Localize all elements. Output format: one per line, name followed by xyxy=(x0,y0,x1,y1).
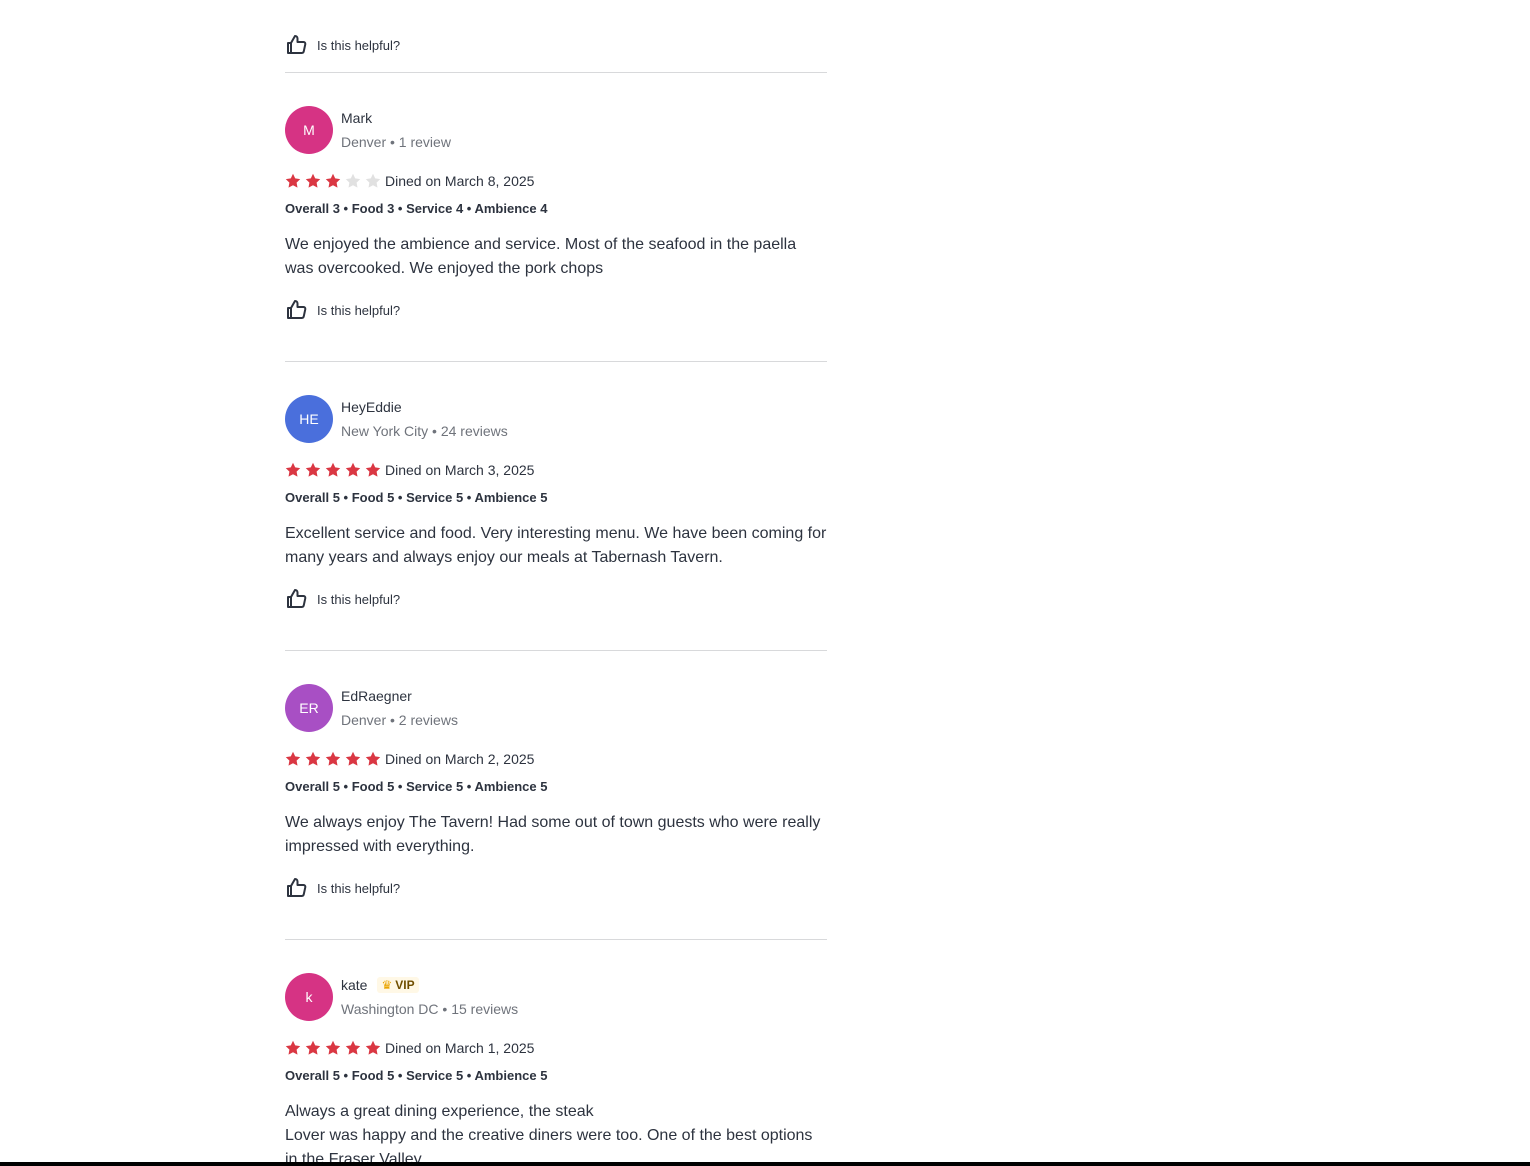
star-filled-icon xyxy=(305,751,321,766)
star-filled-icon xyxy=(305,1040,321,1055)
helpful-button[interactable]: Is this helpful? xyxy=(285,587,400,611)
star-filled-icon xyxy=(325,173,341,188)
reviews-page: Is this helpful? M Mark ♛ Denver • 1 rev… xyxy=(0,0,1530,1166)
reviewer-info: Mark ♛ Denver • 1 review xyxy=(341,106,451,154)
star-filled-icon xyxy=(345,751,361,766)
name-row: HeyEddie ♛ xyxy=(341,395,508,419)
thumbs-up-icon xyxy=(285,298,309,322)
reviewer-name[interactable]: EdRaegner xyxy=(341,688,412,704)
helpful-button[interactable]: Is this helpful? xyxy=(285,0,827,57)
thumbs-up-icon xyxy=(285,876,309,900)
vip-badge: ♛ VIP xyxy=(377,977,419,993)
reviewer-name[interactable]: kate xyxy=(341,977,367,993)
review-text: Always a great dining experience, the st… xyxy=(285,1103,813,1166)
star-rating xyxy=(285,751,385,767)
star-empty-icon xyxy=(365,173,381,188)
review-card: k kate ♛ VIP Washington DC • 15 reviews D… xyxy=(285,940,827,1166)
rating-row: Dined on March 1, 2025 xyxy=(285,1036,534,1060)
avatar-initials: HE xyxy=(299,411,319,427)
avatar-initials: k xyxy=(305,989,313,1005)
rating-row: Dined on March 2, 2025 xyxy=(285,747,534,771)
name-row: EdRaegner ♛ xyxy=(341,684,458,708)
reviewer-info: HeyEddie ♛ New York City • 24 reviews xyxy=(341,395,508,443)
crown-icon: ♛ xyxy=(381,978,393,992)
rating-breakdown: Overall 5 • Food 5 • Service 5 • Ambienc… xyxy=(285,1068,548,1083)
review-text: Excellent service and food. Very interes… xyxy=(285,525,827,566)
star-filled-icon xyxy=(285,173,301,188)
reviewer-meta: Denver • 1 review xyxy=(341,134,451,150)
avatar[interactable]: ER xyxy=(285,684,333,732)
star-rating xyxy=(285,462,385,478)
review-card: ER EdRaegner ♛ Denver • 2 reviews Dined … xyxy=(285,651,827,940)
star-filled-icon xyxy=(325,1040,341,1055)
reviewer-name[interactable]: HeyEddie xyxy=(341,399,402,415)
review-card: M Mark ♛ Denver • 1 review Dined on Marc… xyxy=(285,73,827,362)
avatar[interactable]: M xyxy=(285,106,333,154)
vip-label: VIP xyxy=(395,978,415,992)
name-row: kate ♛ VIP xyxy=(341,973,518,997)
review-text: We enjoyed the ambience and service. Mos… xyxy=(285,236,797,277)
avatar-initials: ER xyxy=(299,700,319,716)
reviewer-meta: New York City • 24 reviews xyxy=(341,423,508,439)
star-filled-icon xyxy=(325,462,341,477)
star-filled-icon xyxy=(345,462,361,477)
helpful-label: Is this helpful? xyxy=(317,880,401,896)
avatar-initials: M xyxy=(303,122,315,138)
star-filled-icon xyxy=(325,751,341,766)
star-filled-icon xyxy=(285,462,301,477)
star-filled-icon xyxy=(305,173,321,188)
rating-breakdown: Overall 3 • Food 3 • Service 4 • Ambienc… xyxy=(285,201,548,216)
dined-date: Dined on March 8, 2025 xyxy=(385,173,535,189)
star-filled-icon xyxy=(365,1040,381,1055)
reviewer-name[interactable]: Mark xyxy=(341,110,372,126)
dined-date: Dined on March 3, 2025 xyxy=(385,462,535,478)
dined-date: Dined on March 1, 2025 xyxy=(385,1040,535,1056)
avatar[interactable]: HE xyxy=(285,395,333,443)
star-rating xyxy=(285,173,385,189)
star-filled-icon xyxy=(305,462,321,477)
review-header: k kate ♛ VIP Washington DC • 15 reviews xyxy=(285,973,518,1021)
reviewer-info: EdRaegner ♛ Denver • 2 reviews xyxy=(341,684,458,732)
star-filled-icon xyxy=(365,462,381,477)
star-filled-icon xyxy=(365,751,381,766)
star-rating xyxy=(285,1040,385,1056)
reviews-list: Is this helpful? M Mark ♛ Denver • 1 rev… xyxy=(285,0,827,1166)
review-header: M Mark ♛ Denver • 1 review xyxy=(285,106,451,154)
star-empty-icon xyxy=(345,173,361,188)
star-filled-icon xyxy=(285,1040,301,1055)
rating-breakdown: Overall 5 • Food 5 • Service 5 • Ambienc… xyxy=(285,779,548,794)
review-text: We always enjoy The Tavern! Had some out… xyxy=(285,814,821,855)
rating-row: Dined on March 3, 2025 xyxy=(285,458,534,482)
helpful-label: Is this helpful? xyxy=(317,591,401,607)
star-filled-icon xyxy=(285,751,301,766)
rating-breakdown: Overall 5 • Food 5 • Service 5 • Ambienc… xyxy=(285,490,548,505)
thumbs-up-icon xyxy=(285,587,309,611)
previous-review-footer: Is this helpful? xyxy=(285,0,827,73)
helpful-button[interactable]: Is this helpful? xyxy=(285,298,400,322)
review-header: HE HeyEddie ♛ New York City • 24 reviews xyxy=(285,395,508,443)
rating-row: Dined on March 8, 2025 xyxy=(285,169,534,193)
name-row: Mark ♛ xyxy=(341,106,451,130)
helpful-button[interactable]: Is this helpful? xyxy=(285,876,400,900)
star-filled-icon xyxy=(345,1040,361,1055)
bottom-bar xyxy=(0,1162,1530,1166)
review-header: ER EdRaegner ♛ Denver • 2 reviews xyxy=(285,684,458,732)
helpful-label: Is this helpful? xyxy=(317,37,401,53)
reviewer-meta: Denver • 2 reviews xyxy=(341,712,458,728)
reviewer-info: kate ♛ VIP Washington DC • 15 reviews xyxy=(341,973,518,1021)
thumbs-up-icon xyxy=(285,33,309,57)
review-card: HE HeyEddie ♛ New York City • 24 reviews… xyxy=(285,362,827,651)
avatar[interactable]: k xyxy=(285,973,333,1021)
reviewer-meta: Washington DC • 15 reviews xyxy=(341,1001,519,1017)
dined-date: Dined on March 2, 2025 xyxy=(385,751,535,767)
helpful-label: Is this helpful? xyxy=(317,302,401,318)
